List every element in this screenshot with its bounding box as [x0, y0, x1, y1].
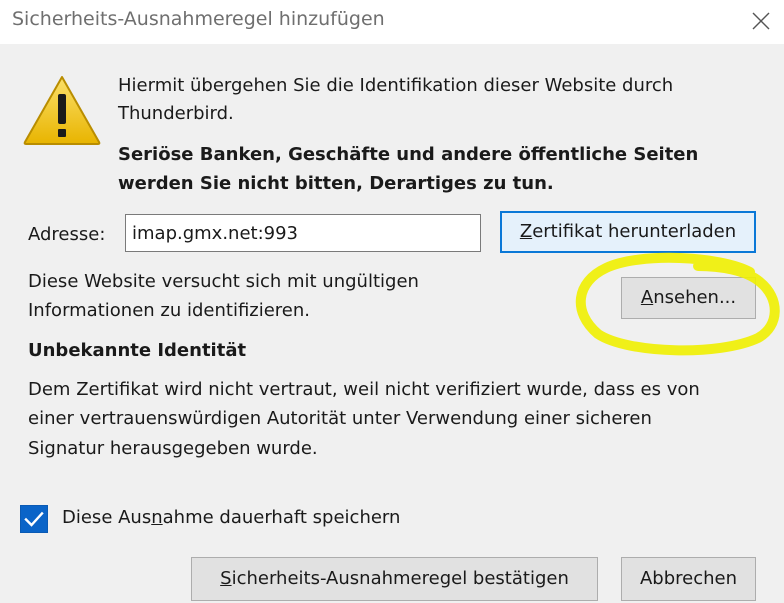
address-input[interactable]	[125, 214, 481, 252]
permanent-label-mnemonic: n	[151, 507, 163, 528]
unknown-identity-heading: Unbekannte Identität	[28, 340, 247, 361]
site-status-line2: Informationen zu identifizieren.	[28, 300, 311, 321]
dialog-title: Sicherheits-Ausnahmeregel hinzufügen	[12, 8, 385, 30]
security-exception-dialog: Sicherheits-Ausnahmeregel hinzufügen Hie…	[0, 0, 784, 603]
warning-text-line1: Seriöse Banken, Geschäfte und andere öff…	[118, 144, 699, 165]
view-label: nsehen...	[653, 287, 737, 308]
confirm-mnemonic: S	[220, 568, 232, 589]
close-icon[interactable]	[746, 6, 776, 36]
permanent-label-pre: Diese Aus	[62, 507, 152, 528]
warning-triangle-icon	[23, 76, 101, 145]
identity-description-line1: Dem Zertifikat wird nicht vertraut, weil…	[28, 379, 700, 400]
download-label: ertifikat herunterladen	[532, 221, 737, 242]
checkmark-icon	[24, 511, 44, 527]
intro-text-line1: Hiermit übergehen Sie die Identifikation…	[118, 75, 674, 96]
title-bar: Sicherheits-Ausnahmeregel hinzufügen	[0, 0, 784, 44]
confirm-exception-button[interactable]: Sicherheits-Ausnahmeregel bestätigen	[191, 557, 598, 601]
download-certificate-button[interactable]: Zertifikat herunterladen	[500, 211, 756, 253]
cancel-button[interactable]: Abbrechen	[621, 557, 756, 601]
view-mnemonic: A	[640, 287, 654, 308]
view-certificate-button[interactable]: Ansehen...	[621, 277, 756, 319]
permanent-label-post: ahme dauerhaft speichern	[162, 507, 401, 528]
download-mnemonic: Z	[519, 221, 533, 242]
permanent-exception-label[interactable]: Diese Ausnahme dauerhaft speichern	[62, 504, 400, 532]
warning-text-line2: werden Sie nicht bitten, Derartiges zu t…	[118, 173, 554, 194]
intro-text-line2: Thunderbird.	[118, 103, 234, 124]
site-status-line1: Diese Website versucht sich mit ungültig…	[28, 271, 419, 292]
identity-description-line3: Signatur herausgegeben wurde.	[28, 438, 318, 459]
confirm-label: icherheits-Ausnahmeregel bestätigen	[231, 568, 569, 589]
permanent-exception-checkbox[interactable]	[20, 505, 48, 533]
identity-description-line2: einer vertrauenswürdigen Autorität unter…	[28, 408, 652, 429]
address-label: Adresse:	[28, 224, 106, 245]
